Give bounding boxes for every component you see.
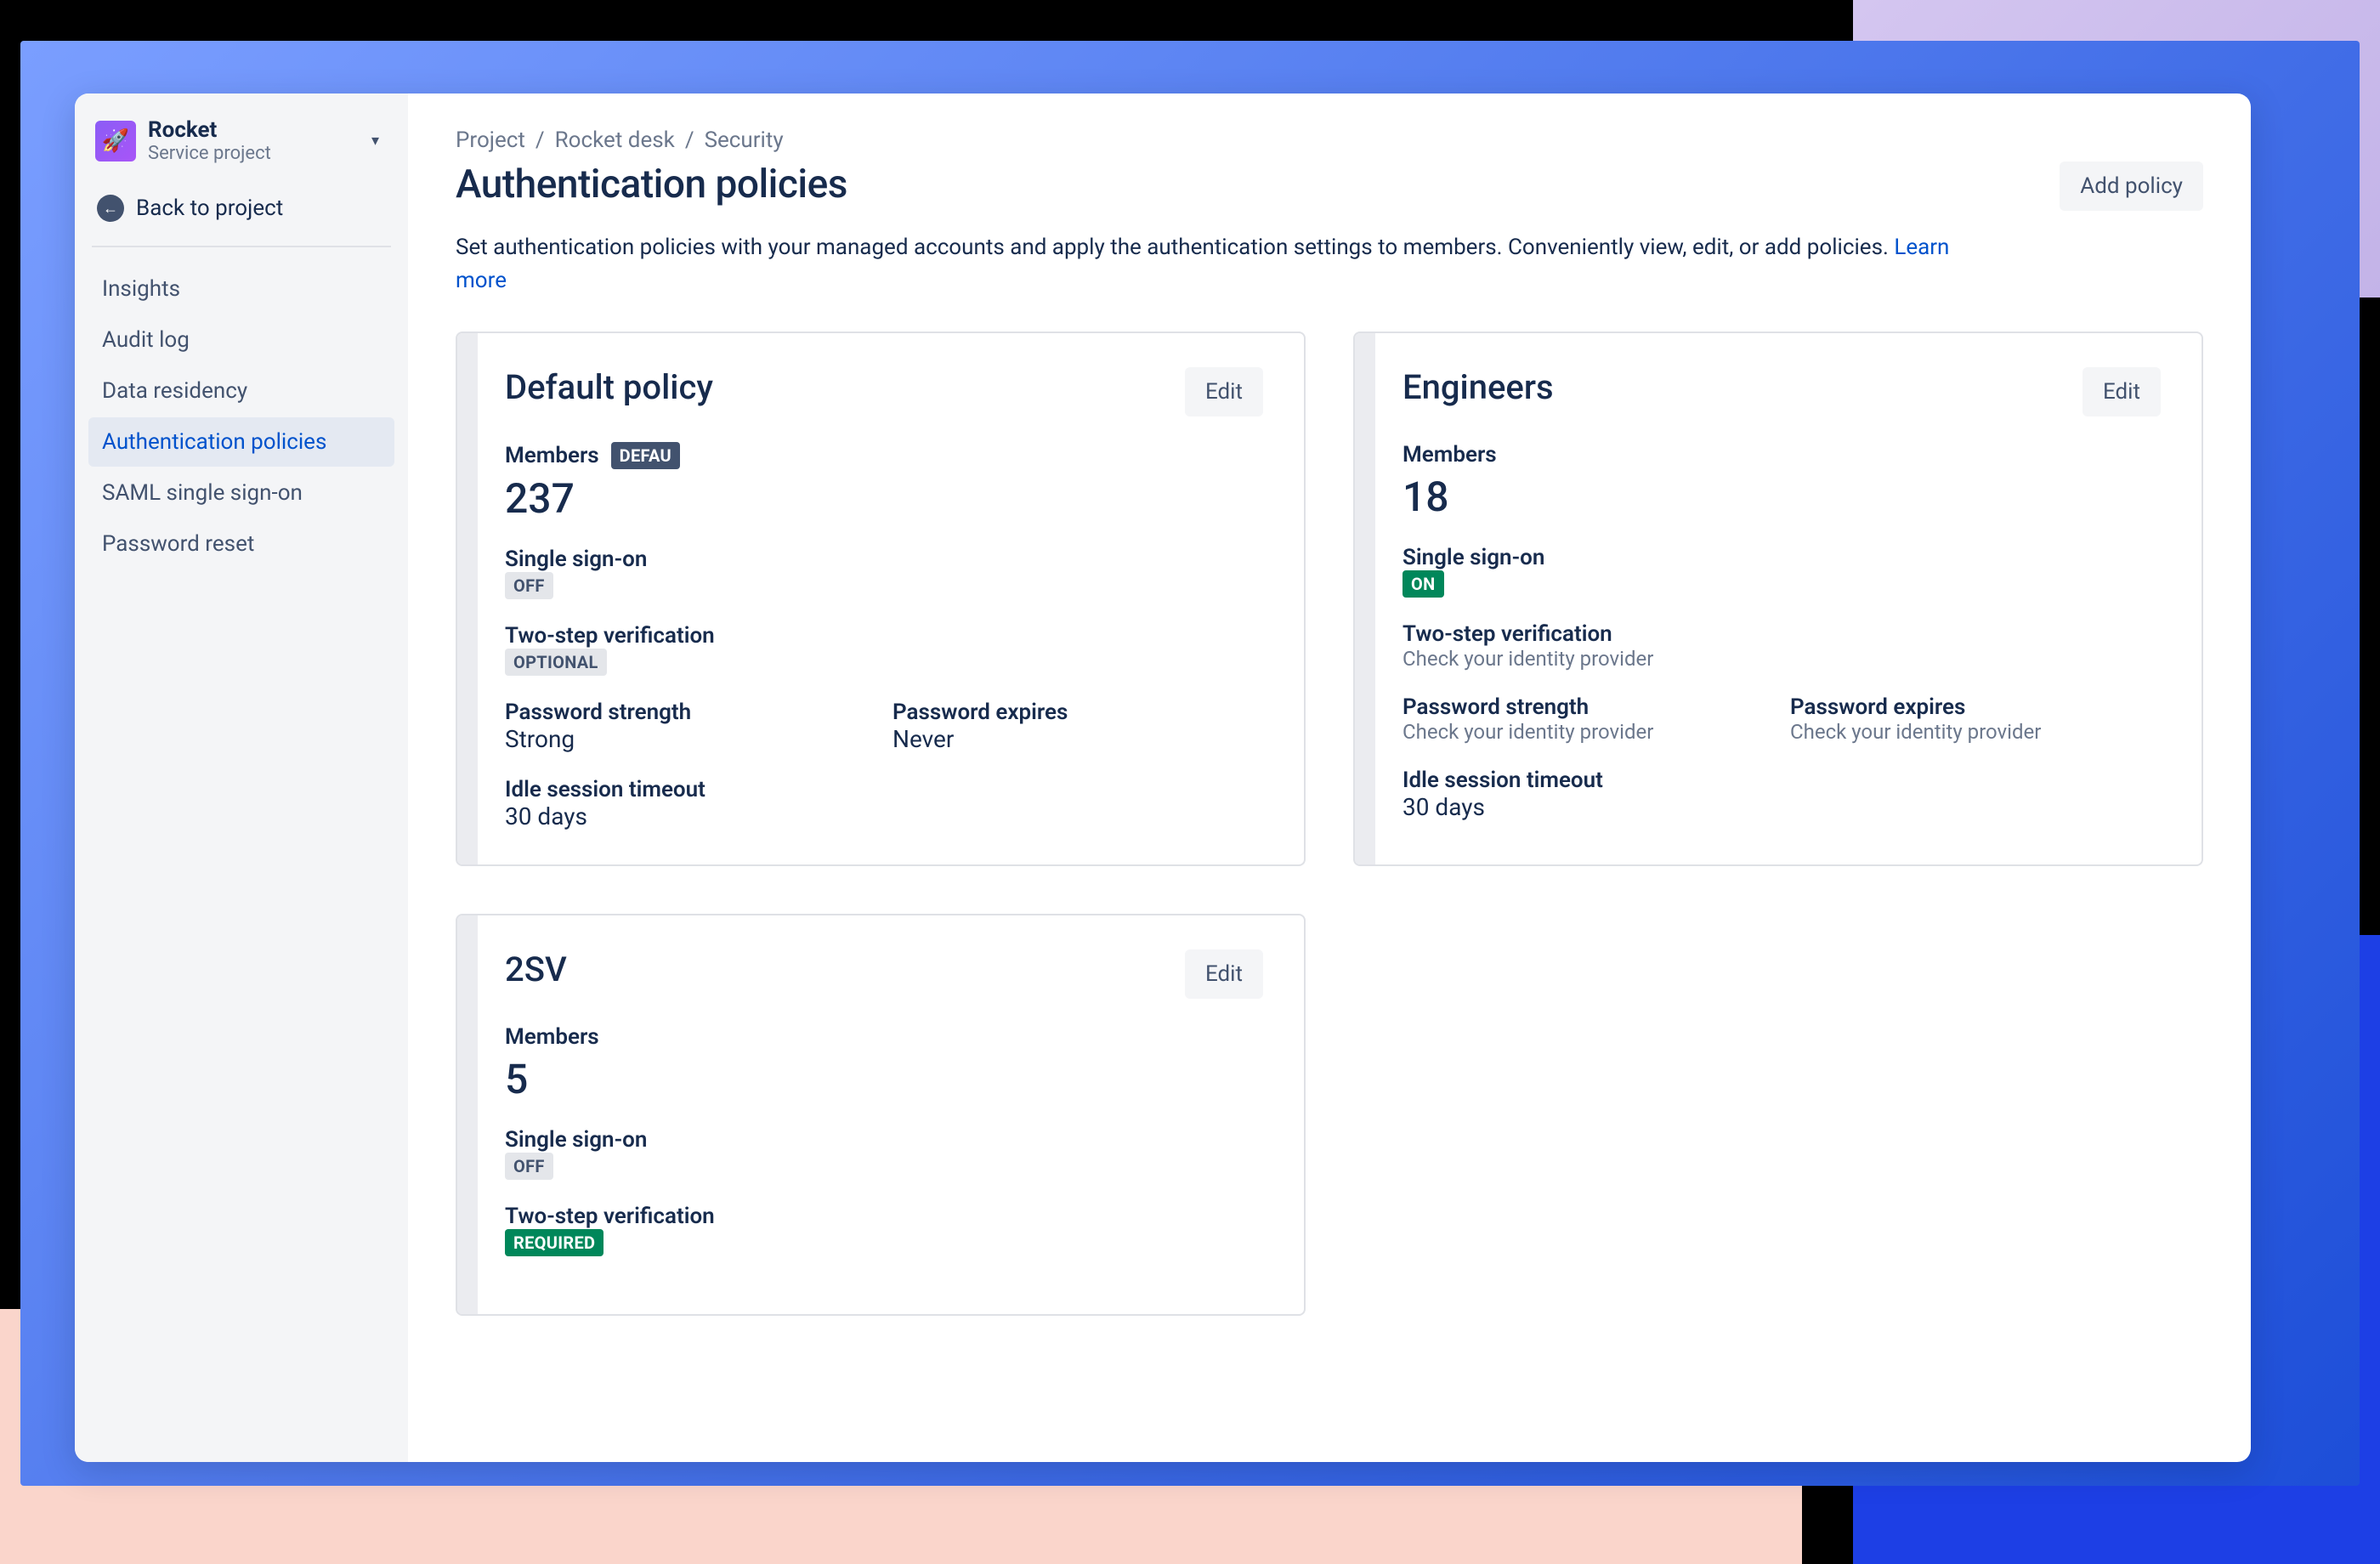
- sso-badge: ON: [1402, 570, 1444, 598]
- sso-label: Single sign-on: [505, 547, 1263, 572]
- card-accent: [1355, 333, 1375, 864]
- breadcrumb-item[interactable]: Security: [705, 128, 784, 153]
- default-badge: DEFAU: [611, 442, 680, 469]
- sidebar: 🚀 Rocket Service project ▾ ← Back to pro…: [75, 94, 408, 1462]
- sidebar-item-audit-log[interactable]: Audit log: [88, 315, 394, 365]
- main-content: Project / Rocket desk / Security Authent…: [408, 94, 2251, 1462]
- sidebar-nav: InsightsAudit logData residencyAuthentic…: [88, 264, 394, 569]
- edit-policy-button[interactable]: Edit: [2082, 367, 2161, 416]
- page-title: Authentication policies: [456, 162, 847, 207]
- project-type: Service project: [148, 143, 360, 164]
- policy-title: Engineers: [1402, 367, 1554, 407]
- breadcrumb-item[interactable]: Project: [456, 128, 525, 153]
- idle-value: 30 days: [1402, 793, 2161, 821]
- policy-title: Default policy: [505, 367, 713, 407]
- back-link-label: Back to project: [136, 196, 283, 221]
- idle-value: 30 days: [505, 802, 1263, 830]
- sso-badge: OFF: [505, 1153, 553, 1180]
- project-selector[interactable]: 🚀 Rocket Service project ▾: [88, 117, 394, 181]
- app-window: 🚀 Rocket Service project ▾ ← Back to pro…: [75, 94, 2251, 1462]
- policy-card: Engineers Edit Members 18 Single sign-onON Tw…: [1353, 332, 2203, 866]
- card-accent: [457, 915, 478, 1314]
- members-count: 5: [505, 1055, 1263, 1103]
- page-description: Set authentication policies with your ma…: [456, 231, 2003, 298]
- add-policy-button[interactable]: Add policy: [2060, 162, 2203, 211]
- arrow-left-icon: ←: [97, 195, 124, 222]
- two-step-label: Two-step verification: [1402, 621, 2161, 647]
- idle-label: Idle session timeout: [1402, 768, 2161, 793]
- edit-policy-button[interactable]: Edit: [1185, 949, 1263, 999]
- sidebar-item-saml-single-sign-on[interactable]: SAML single sign-on: [88, 468, 394, 518]
- pw-expires-label: Password expires: [892, 700, 1263, 725]
- breadcrumb: Project / Rocket desk / Security: [456, 128, 2203, 153]
- pw-strength-hint: Check your identity provider: [1402, 720, 1773, 744]
- members-label: Members: [505, 1024, 599, 1050]
- members-count: 18: [1402, 473, 2161, 521]
- breadcrumb-sep: /: [536, 128, 545, 153]
- members-label: Members: [505, 443, 599, 468]
- two-step-label: Two-step verification: [505, 623, 1263, 649]
- policy-card: Default policy Edit Members DEFAU 237 Single …: [456, 332, 1306, 866]
- sso-label: Single sign-on: [505, 1127, 1263, 1153]
- sidebar-item-password-reset[interactable]: Password reset: [88, 519, 394, 569]
- breadcrumb-item[interactable]: Rocket desk: [555, 128, 675, 153]
- sso-label: Single sign-on: [1402, 545, 2161, 570]
- two-step-badge: REQUIRED: [505, 1229, 604, 1256]
- sidebar-item-data-residency[interactable]: Data residency: [88, 366, 394, 416]
- members-label: Members: [1402, 442, 1497, 468]
- sidebar-item-authentication-policies[interactable]: Authentication policies: [88, 417, 394, 467]
- pw-strength-value: Strong: [505, 725, 876, 753]
- pw-expires-value: Never: [892, 725, 1263, 753]
- rocket-icon: 🚀: [95, 121, 136, 162]
- two-step-badge: OPTIONAL: [505, 649, 607, 676]
- idle-label: Idle session timeout: [505, 777, 1263, 802]
- two-step-hint: Check your identity provider: [1402, 647, 2161, 671]
- policies-grid: Default policy Edit Members DEFAU 237 Single …: [456, 332, 2203, 1316]
- divider: [92, 246, 391, 247]
- back-to-project-link[interactable]: ← Back to project: [88, 181, 394, 246]
- card-accent: [457, 333, 478, 864]
- two-step-label: Two-step verification: [505, 1204, 1263, 1229]
- sso-badge: OFF: [505, 572, 553, 599]
- breadcrumb-sep: /: [685, 128, 694, 153]
- pw-expires-label: Password expires: [1790, 694, 2161, 720]
- chevron-down-icon: ▾: [371, 132, 379, 150]
- pw-strength-label: Password strength: [505, 700, 876, 725]
- policy-title: 2SV: [505, 949, 567, 989]
- edit-policy-button[interactable]: Edit: [1185, 367, 1263, 416]
- policy-card: 2SV Edit Members 5 Single sign-onOFF Two-step…: [456, 914, 1306, 1316]
- pw-expires-hint: Check your identity provider: [1790, 720, 2161, 744]
- members-count: 237: [505, 474, 1263, 523]
- sidebar-item-insights[interactable]: Insights: [88, 264, 394, 314]
- project-name: Rocket: [148, 117, 360, 143]
- pw-strength-label: Password strength: [1402, 694, 1773, 720]
